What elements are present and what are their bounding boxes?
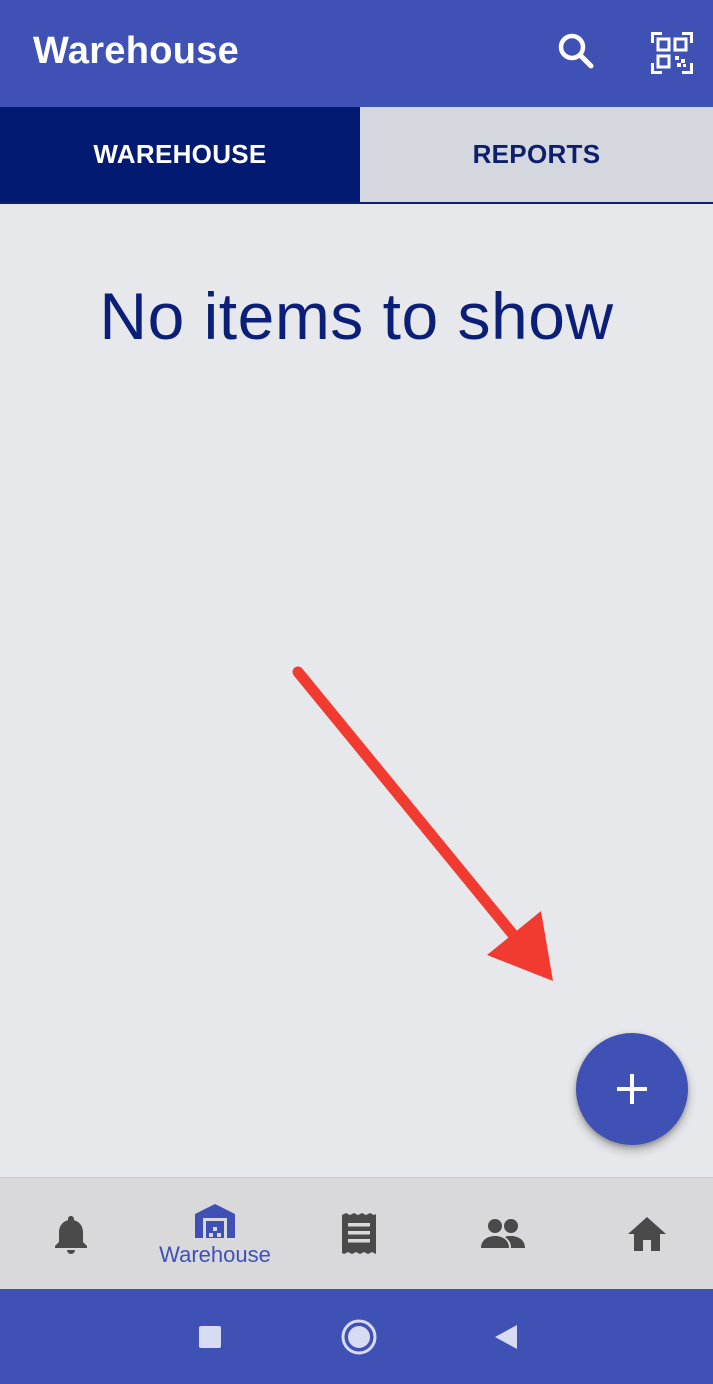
add-item-button[interactable] bbox=[576, 1033, 688, 1145]
nav-item-people[interactable] bbox=[432, 1178, 574, 1290]
home-circle-icon[interactable] bbox=[336, 1289, 382, 1384]
nav-item-receipts[interactable] bbox=[288, 1178, 430, 1290]
receipt-icon bbox=[342, 1213, 376, 1254]
bell-icon bbox=[55, 1216, 87, 1254]
warehouse-icon bbox=[195, 1204, 235, 1238]
nav-label-warehouse: Warehouse bbox=[159, 1242, 271, 1267]
nav-item-warehouse[interactable]: Warehouse bbox=[144, 1178, 286, 1290]
home-icon bbox=[628, 1217, 666, 1251]
nav-item-home[interactable] bbox=[576, 1178, 713, 1290]
plus-icon bbox=[617, 1074, 647, 1104]
back-triangle-icon[interactable] bbox=[486, 1289, 526, 1384]
system-navigation-bar bbox=[0, 1289, 713, 1384]
bottom-navigation: Warehouse bbox=[0, 1177, 713, 1289]
recents-square-icon[interactable] bbox=[188, 1289, 232, 1384]
people-icon bbox=[481, 1219, 525, 1248]
nav-item-notifications[interactable] bbox=[0, 1178, 142, 1290]
